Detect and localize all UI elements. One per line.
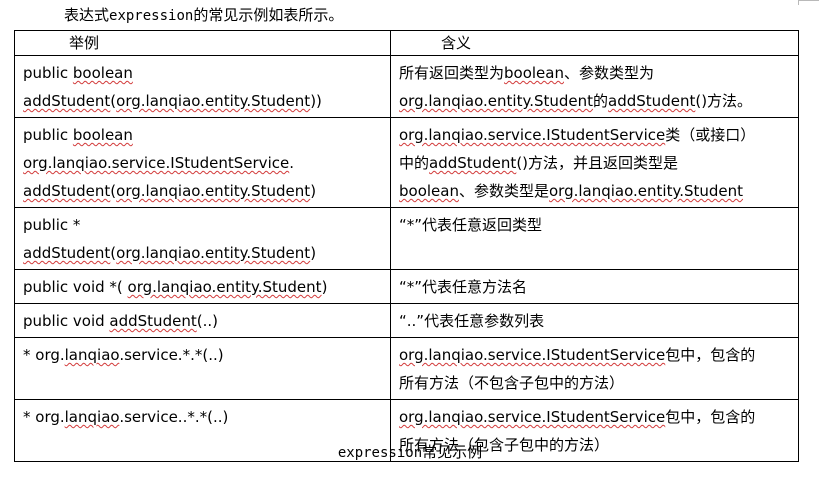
meaning-cell-line: boolean、参数类型是org.lanqiao.entity.Student — [399, 182, 744, 200]
meaning-cell: “*”代表任意方法名 — [390, 269, 799, 304]
example-cell: public void *( org.lanqiao.entity.Studen… — [14, 269, 391, 304]
header-example: 举例 — [14, 30, 391, 56]
table-body: public boolean addStudent(org.lanqiao.ent… — [14, 55, 799, 462]
example-cell-line: * org.lanqiao.service.*.*(..) — [23, 346, 224, 364]
example-cell-line: * org.lanqiao.service..*.*(..) — [23, 408, 229, 426]
example-cell-line: addStudent(org.lanqiao.entity.Student) — [23, 182, 317, 200]
meaning-cell-line: org.lanqiao.service.IStudentService类（或接口… — [399, 126, 756, 144]
meaning-cell-line: 所有方法（不包含子包中的方法） — [399, 374, 625, 392]
expression-examples-table: 举例 含义 public boolean addStudent(org.lanqi… — [14, 30, 799, 462]
meaning-cell-line: 中的addStudent()方法，并且返回类型是 — [399, 154, 679, 172]
example-cell-line: addStudent(org.lanqiao.entity.Student)) — [23, 92, 322, 110]
example-cell-line: org.lanqiao.service.IStudentService. — [23, 154, 294, 172]
example-cell: * org.lanqiao.service.*.*(..) — [14, 337, 391, 400]
table-header-row: 举例 含义 — [14, 30, 799, 56]
example-cell: public void addStudent(..) — [14, 303, 391, 338]
table-row: public boolean org.lanqiao.service.IStude… — [14, 117, 799, 208]
table-caption: expression常见示例 — [0, 441, 820, 462]
table-row: public void *( org.lanqiao.entity.Studen… — [14, 269, 799, 304]
meaning-cell-line: “..”代表任意参数列表 — [399, 312, 545, 330]
meaning-cell: “*”代表任意返回类型 — [390, 207, 799, 270]
meaning-cell: org.lanqiao.service.IStudentService类（或接口… — [390, 117, 799, 208]
intro-code: expression — [109, 8, 194, 24]
example-cell: public boolean org.lanqiao.service.IStude… — [14, 117, 391, 208]
table-row: public boolean addStudent(org.lanqiao.ent… — [14, 55, 799, 118]
example-cell-line: public boolean — [23, 126, 133, 144]
meaning-cell-line: “*”代表任意方法名 — [399, 278, 528, 296]
meaning-cell: 所有返回类型为boolean、参数类型为 org.lanqiao.entity.S… — [390, 55, 799, 118]
caption-text: 常见示例 — [422, 443, 483, 461]
intro-suffix: 的常见示例如表所示。 — [193, 6, 344, 24]
intro-paragraph: 表达式expression的常见示例如表所示。 — [64, 5, 343, 26]
caption-code: expression — [337, 445, 423, 461]
meaning-cell-line: “*”代表任意返回类型 — [399, 216, 543, 234]
example-cell-line: public * — [23, 216, 81, 234]
table-row: public void addStudent(..) “..”代表任意参数列表 — [14, 303, 799, 338]
example-cell-line: public void *( org.lanqiao.entity.Studen… — [23, 278, 328, 296]
intro-prefix: 表达式 — [64, 6, 110, 24]
meaning-cell: “..”代表任意参数列表 — [390, 303, 799, 338]
example-cell: public * addStudent(org.lanqiao.entity.St… — [14, 207, 391, 270]
example-cell-line: public boolean — [23, 64, 133, 82]
header-meaning: 含义 — [390, 30, 799, 56]
meaning-cell-line: org.lanqiao.service.IStudentService包中，包含… — [399, 408, 756, 426]
example-cell: public boolean addStudent(org.lanqiao.ent… — [14, 55, 391, 118]
example-cell-line: public void addStudent(..) — [23, 312, 218, 330]
table-row: * org.lanqiao.service.*.*(..) org.lanqiao… — [14, 337, 799, 400]
meaning-cell-line: org.lanqiao.service.IStudentService包中，包含… — [399, 346, 756, 364]
meaning-cell-line: 所有返回类型为boolean、参数类型为 — [399, 64, 655, 82]
page-corner-mark — [798, 0, 819, 5]
example-cell-line: addStudent(org.lanqiao.entity.Student) — [23, 244, 317, 262]
table-row: public * addStudent(org.lanqiao.entity.St… — [14, 207, 799, 270]
meaning-cell: org.lanqiao.service.IStudentService包中，包含… — [390, 337, 799, 400]
meaning-cell-line: org.lanqiao.entity.Student的addStudent()方… — [399, 92, 753, 110]
